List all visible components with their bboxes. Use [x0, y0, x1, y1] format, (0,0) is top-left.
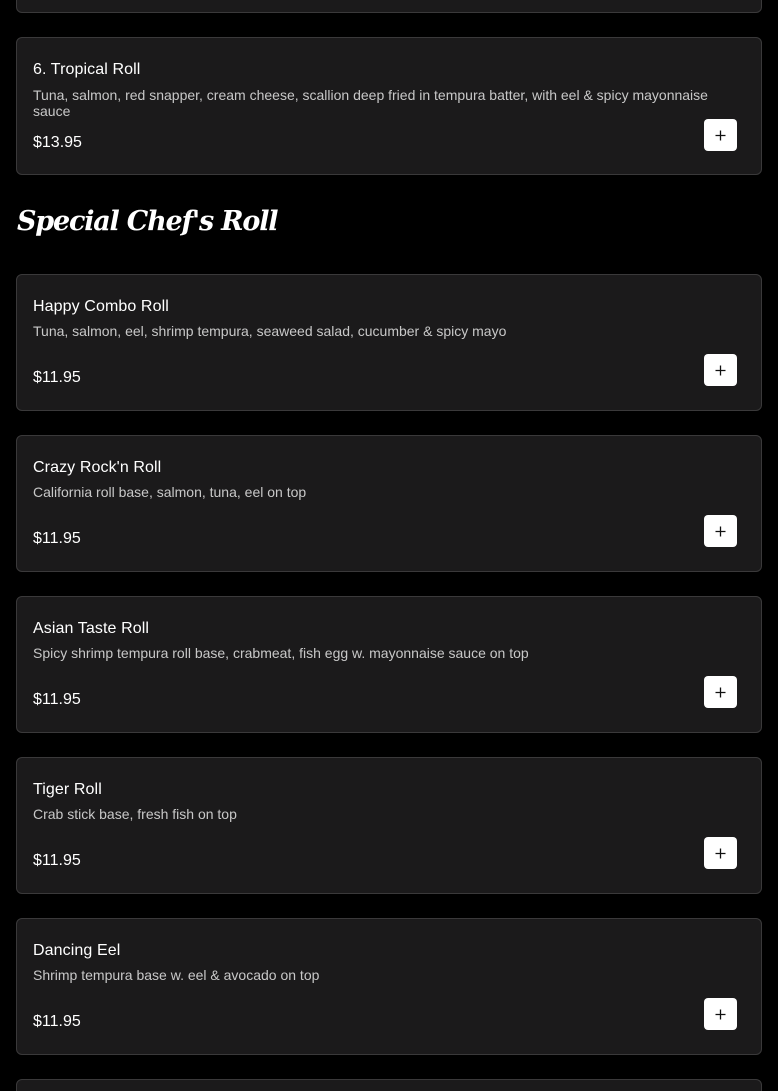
item-price: $11.95 — [33, 530, 81, 547]
menu-item-card[interactable]: 6. Tropical Roll Tuna, salmon, red snapp… — [16, 37, 762, 175]
add-to-cart-button[interactable] — [704, 676, 737, 708]
item-price: $11.95 — [33, 852, 81, 869]
item-description: Crab stick base, fresh fish on top — [33, 806, 237, 822]
item-name: Asian Taste Roll — [33, 620, 150, 637]
add-to-cart-button[interactable] — [704, 354, 737, 386]
menu-item-card[interactable]: Dancing Eel Shrimp tempura base w. eel &… — [16, 918, 762, 1055]
plus-icon — [715, 1009, 726, 1019]
item-name: Happy Combo Roll — [33, 298, 169, 315]
menu-page: 6. Tropical Roll Tuna, salmon, red snapp… — [0, 0, 778, 1091]
plus-icon — [715, 526, 726, 536]
item-price: $11.95 — [33, 369, 81, 386]
menu-item-card[interactable]: Tiger Roll Crab stick base, fresh fish o… — [16, 757, 762, 894]
menu-item-card[interactable]: Asian Taste Roll Spicy shrimp tempura ro… — [16, 596, 762, 733]
plus-icon — [715, 687, 726, 697]
section-title: Special Chef's Roll — [17, 206, 279, 237]
item-price: $11.95 — [33, 691, 81, 708]
item-description: Spicy shrimp tempura roll base, crabmeat… — [33, 645, 529, 661]
plus-icon — [715, 130, 726, 140]
add-to-cart-button[interactable] — [704, 515, 737, 547]
item-name: Dancing Eel — [33, 942, 121, 959]
menu-item-card-previous — [16, 0, 762, 13]
item-name: 6. Tropical Roll — [33, 61, 141, 78]
item-name: Crazy Rock'n Roll — [33, 459, 162, 476]
item-name: Tiger Roll — [33, 781, 102, 798]
item-description: Tuna, salmon, eel, shrimp tempura, seawe… — [33, 323, 507, 339]
add-to-cart-button[interactable] — [704, 119, 737, 151]
item-price: $13.95 — [33, 134, 82, 151]
plus-icon — [715, 848, 726, 858]
plus-icon — [715, 365, 726, 375]
add-to-cart-button[interactable] — [704, 998, 737, 1030]
item-description: Tuna, salmon, red snapper, cream cheese,… — [33, 87, 708, 119]
item-description: California roll base, salmon, tuna, eel … — [33, 484, 307, 500]
item-description: Shrimp tempura base w. eel & avocado on … — [33, 967, 320, 983]
menu-item-card[interactable]: Crazy Rock'n Roll California roll base, … — [16, 435, 762, 572]
menu-item-card-next — [16, 1079, 762, 1091]
menu-item-card[interactable]: Happy Combo Roll Tuna, salmon, eel, shri… — [16, 274, 762, 411]
item-price: $11.95 — [33, 1013, 81, 1030]
add-to-cart-button[interactable] — [704, 837, 737, 869]
